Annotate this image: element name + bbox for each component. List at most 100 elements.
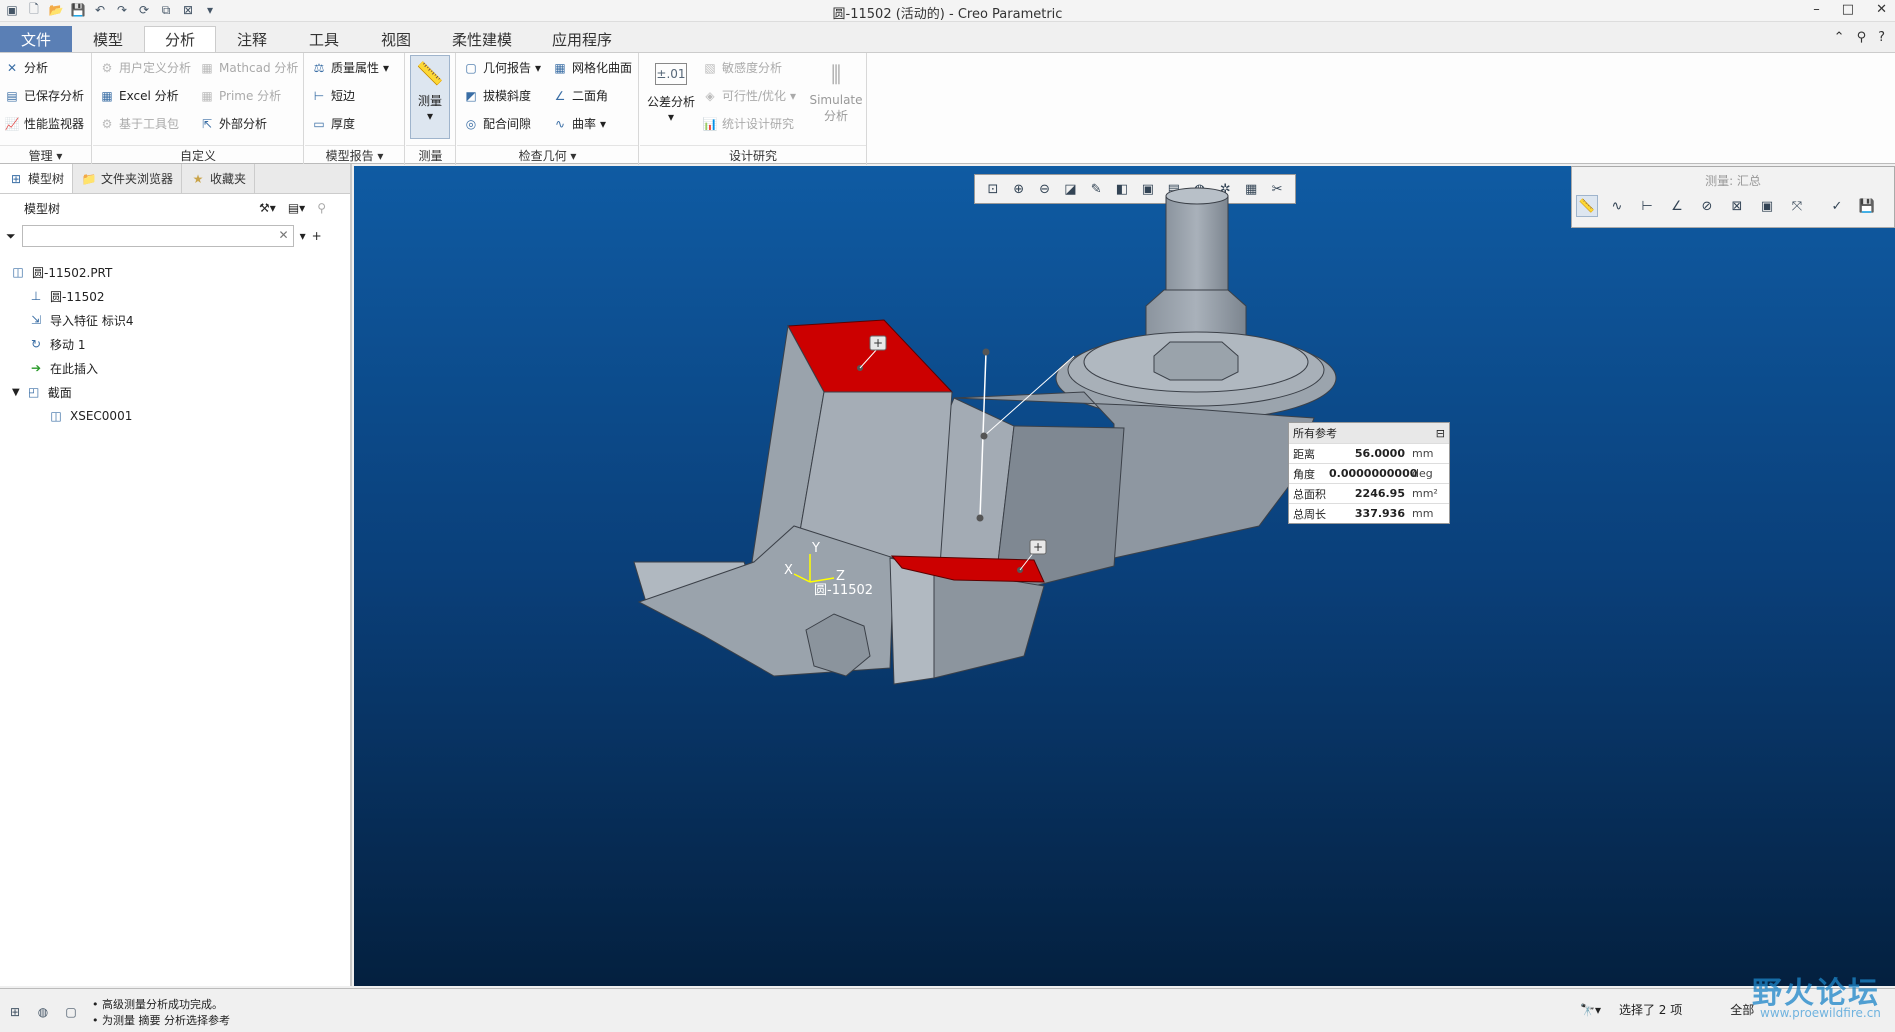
tree-item-part[interactable]: ◫ 圆-11502.PRT bbox=[0, 260, 350, 284]
model-tree-panel: ⊞ 模型树 📁 文件夹浏览器 ★ 收藏夹 模型树 ⚒▾ ▤▾ ⚲ ⏷ ✕ ▾ + ◫ 圆… bbox=[0, 164, 352, 986]
layout-icon[interactable]: ⊞ bbox=[6, 1003, 24, 1021]
insert-arrow-icon: ➔ bbox=[30, 361, 42, 375]
maximize-button[interactable]: □ bbox=[1842, 2, 1854, 17]
tab-file[interactable]: 文件 bbox=[0, 26, 72, 52]
hex-nut-lower bbox=[1153, 341, 1239, 381]
saved-analysis-icon: ▤ bbox=[6, 88, 18, 103]
window-title: 圆-11502 (活动的) - Creo Parametric bbox=[832, 7, 1063, 22]
measure-results-box[interactable]: 所有参考 ⊟ 距离 56.0000 mm 角度 0.0000000000 deg 总面积… bbox=[1288, 422, 1450, 524]
simulate-icon: ⫼ bbox=[830, 62, 842, 88]
thickness-button[interactable]: ▭ 厚度 bbox=[311, 115, 355, 132]
simulate-analysis-button[interactable]: ⫼ Simulate 分析 bbox=[808, 57, 864, 124]
ribbon-right-controls: ⌃ ⚲ ? bbox=[1834, 30, 1885, 45]
result-row-area: 总面积 2246.95 mm² bbox=[1289, 483, 1449, 503]
expand-arrow-icon[interactable]: ▼ bbox=[12, 387, 20, 398]
search-dropdown-icon[interactable]: ▾ bbox=[300, 229, 306, 243]
collapse-ribbon-icon[interactable]: ⌃ bbox=[1834, 30, 1845, 45]
left-panel-tabs: ⊞ 模型树 📁 文件夹浏览器 ★ 收藏夹 bbox=[0, 164, 350, 194]
measure-button[interactable]: 📏 测量 ▾ bbox=[410, 55, 450, 139]
short-edge-button[interactable]: ⊢ 短边 bbox=[311, 87, 355, 104]
tree-item-import-feature[interactable]: ⇲ 导入特征 标识4 bbox=[0, 308, 350, 332]
tab-model-tree[interactable]: ⊞ 模型树 bbox=[0, 164, 74, 193]
sensitivity-analysis-button[interactable]: ▧ 敏感度分析 bbox=[702, 59, 782, 76]
user-defined-analysis-button[interactable]: ⚙ 用户定义分析 bbox=[99, 59, 191, 76]
watermark-url: www.proewildfire.cn bbox=[1760, 1006, 1881, 1020]
geometry-report-button[interactable]: ▢ 几何报告 ▾ bbox=[463, 59, 541, 76]
prime-analysis-button[interactable]: ▦ Prime 分析 bbox=[199, 87, 281, 104]
csys-x-label: X bbox=[784, 563, 793, 578]
tree-item-sections[interactable]: ▼ ◰ 截面 bbox=[0, 380, 350, 404]
find-icon[interactable]: 🔭▾ bbox=[1580, 1003, 1601, 1017]
coordinate-system-icon: ⊥ bbox=[30, 289, 42, 303]
feasibility-optimization-button[interactable]: ◈ 可行性/优化 ▾ bbox=[702, 87, 796, 104]
group-label-inspect-geometry[interactable]: 检查几何 ▾ bbox=[457, 145, 638, 165]
statistical-design-study-button[interactable]: 📊 统计设计研究 bbox=[702, 115, 795, 132]
filter-icon[interactable]: ⏷ bbox=[6, 229, 16, 244]
measure-point-mid bbox=[980, 432, 988, 440]
tree-show-icon[interactable]: ▤▾ bbox=[288, 201, 305, 215]
group-label-manage[interactable]: 管理 ▾ bbox=[0, 145, 91, 165]
mass-properties-button[interactable]: ⚖ 质量属性 ▾ bbox=[311, 59, 389, 76]
tree-item-move[interactable]: ↻ 移动 1 bbox=[0, 332, 350, 356]
tree-item-xsec[interactable]: ◫ XSEC0001 bbox=[0, 404, 350, 428]
tab-favorites[interactable]: ★ 收藏夹 bbox=[182, 164, 256, 193]
search-icon[interactable]: ⚲ bbox=[1857, 30, 1867, 45]
tree-settings-icon[interactable]: ⚒▾ bbox=[259, 201, 276, 215]
shaft-top bbox=[1165, 187, 1229, 205]
clear-search-icon[interactable]: ✕ bbox=[279, 228, 289, 242]
tab-flexible-modeling[interactable]: 柔性建模 bbox=[432, 26, 532, 52]
saved-analysis-button[interactable]: ▤ 已保存分析 bbox=[4, 87, 84, 104]
move-icon: ↻ bbox=[30, 337, 42, 351]
xsection-icon: ◫ bbox=[50, 409, 62, 423]
tree-item-insert-here[interactable]: ➔ 在此插入 bbox=[0, 356, 350, 380]
tree-search-row: ⏷ ✕ ▾ + bbox=[0, 222, 350, 250]
add-column-icon[interactable]: + bbox=[312, 229, 322, 243]
group-custom: ⚙ 用户定义分析 ▦ Mathcad 分析 ▦ Excel 分析 ▦ Prime 分析 … bbox=[93, 53, 304, 165]
close-button[interactable]: ✕ bbox=[1876, 2, 1887, 17]
external-analysis-button[interactable]: ⇱ 外部分析 bbox=[199, 115, 267, 132]
help-icon[interactable]: ? bbox=[1878, 30, 1885, 45]
window-controls: – □ ✕ bbox=[1813, 2, 1887, 17]
right-block bbox=[889, 557, 935, 685]
model-tree-icon: ⊞ bbox=[10, 171, 22, 186]
browser-icon[interactable]: ◍ bbox=[34, 1003, 52, 1021]
group-label-model-report[interactable]: 模型报告 ▾ bbox=[305, 145, 404, 165]
svg-text:+: + bbox=[873, 336, 883, 350]
dihedral-angle-button[interactable]: ∠ 二面角 bbox=[552, 87, 608, 104]
right-block-face bbox=[933, 567, 1045, 679]
tab-applications[interactable]: 应用程序 bbox=[532, 26, 632, 52]
part-model[interactable]: + + Y X Z 圆-11502 bbox=[354, 166, 1895, 986]
analysis-button[interactable]: ✕ 分析 bbox=[4, 59, 48, 76]
graphics-viewport[interactable]: ⊡ ⊕ ⊖ ◪ ✎ ◧ ▣ ▤ ◍ ✲ ▦ ✂ 测量: 汇总 📏 ∿ ⊢ ∠ ⊘… bbox=[354, 166, 1895, 986]
group-measure: 📏 测量 ▾ 测量 bbox=[406, 53, 456, 165]
group-inspect-geometry: ▢ 几何报告 ▾ ▦ 网格化曲面 ◩ 拔模斜度 ∠ 二面角 ◎ 配合间隙 ∿ 曲率 ▾ 检查… bbox=[457, 53, 639, 165]
tab-view[interactable]: 视图 bbox=[360, 26, 432, 52]
csys-name-label: 圆-11502 bbox=[814, 583, 873, 598]
user-defined-analysis-icon: ⚙ bbox=[101, 60, 113, 75]
tab-folder-browser[interactable]: 📁 文件夹浏览器 bbox=[73, 164, 183, 193]
fit-clearance-button[interactable]: ◎ 配合间隙 bbox=[463, 115, 531, 132]
tree-item-csys[interactable]: ⊥ 圆-11502 bbox=[0, 284, 350, 308]
tree-search-input[interactable]: ✕ bbox=[21, 225, 294, 247]
mesh-surface-button[interactable]: ▦ 网格化曲面 bbox=[552, 59, 632, 76]
csys-z-label: Z bbox=[836, 569, 845, 584]
tab-model[interactable]: 模型 bbox=[72, 26, 144, 52]
tree-filter-icon[interactable]: ⚲ bbox=[317, 201, 326, 215]
curvature-button[interactable]: ∿ 曲率 ▾ bbox=[552, 115, 606, 132]
fullscreen-icon[interactable]: ▢ bbox=[62, 1003, 80, 1021]
draft-button[interactable]: ◩ 拔模斜度 bbox=[463, 87, 531, 104]
performance-monitor-icon: 📈 bbox=[4, 116, 20, 131]
tolerance-analysis-button[interactable]: ±.01 公差分析 ▾ bbox=[646, 57, 696, 124]
collapse-results-icon[interactable]: ⊟ bbox=[1436, 427, 1445, 440]
minimize-button[interactable]: – bbox=[1813, 2, 1820, 17]
mathcad-analysis-button[interactable]: ▦ Mathcad 分析 bbox=[199, 59, 298, 76]
selection-count[interactable]: 选择了 2 项 bbox=[1619, 1001, 1682, 1018]
performance-monitor-button[interactable]: 📈 性能监视器 bbox=[4, 115, 85, 132]
tab-analysis[interactable]: 分析 bbox=[144, 26, 216, 52]
group-model-report: ⚖ 质量属性 ▾ ⊢ 短边 ▭ 厚度 模型报告 ▾ bbox=[305, 53, 405, 165]
tab-tools[interactable]: 工具 bbox=[288, 26, 360, 52]
excel-analysis-button[interactable]: ▦ Excel 分析 bbox=[99, 87, 178, 104]
tab-annotate[interactable]: 注释 bbox=[216, 26, 288, 52]
toolkit-icon: ⚙ bbox=[101, 116, 113, 131]
toolkit-analysis-button[interactable]: ⚙ 基于工具包 bbox=[99, 115, 179, 132]
